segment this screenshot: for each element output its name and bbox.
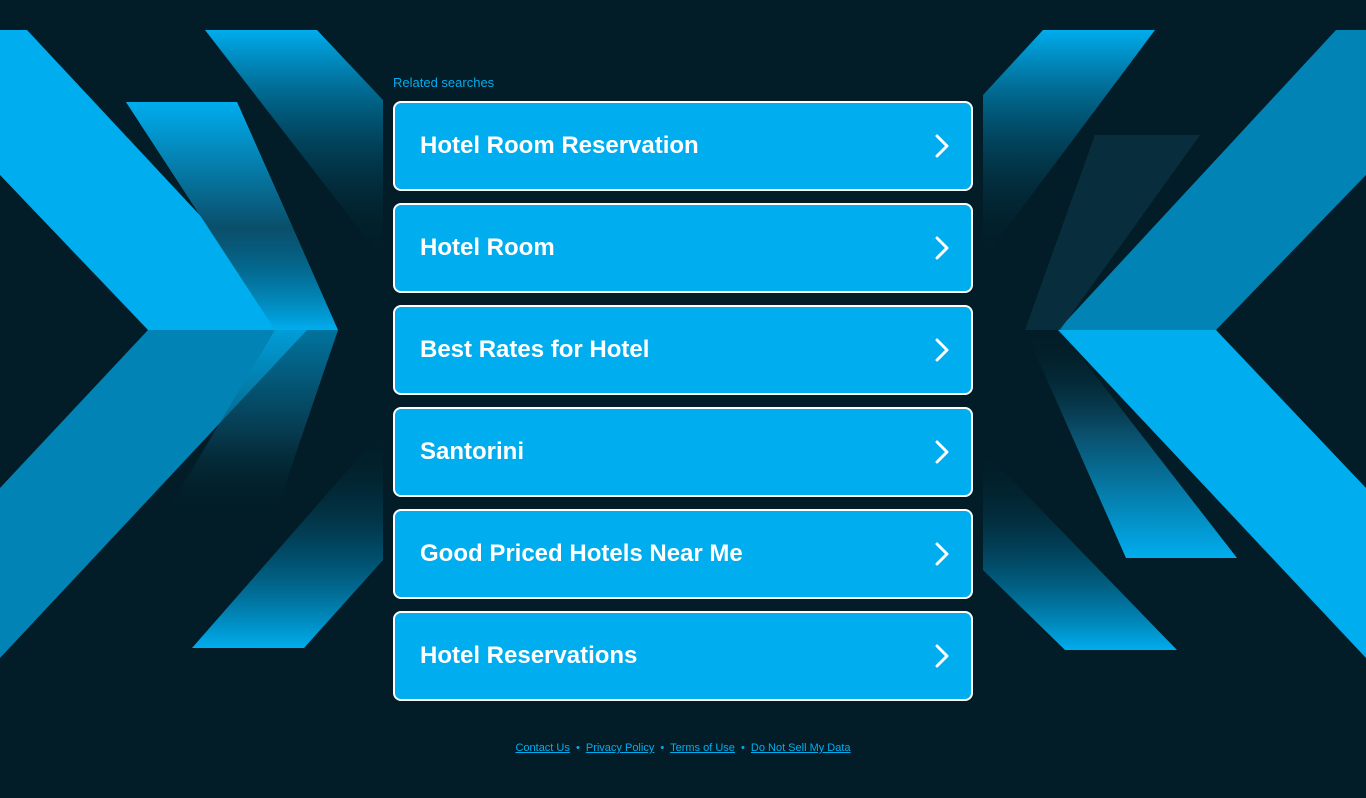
- related-searches-title: Related searches: [393, 75, 495, 90]
- related-searches-list: Hotel Room Reservation Hotel Room Best R…: [393, 101, 973, 701]
- related-search-item-good-priced-hotels-near-me[interactable]: Good Priced Hotels Near Me: [393, 509, 973, 599]
- related-search-label: Hotel Room: [420, 234, 555, 261]
- related-searches-panel: Related searches Hotel Room Reservation …: [393, 74, 973, 701]
- contact-us-link[interactable]: Contact Us: [515, 742, 569, 754]
- footer-separator: •: [660, 742, 665, 754]
- chevron-right-icon: [931, 133, 953, 159]
- footer-separator: •: [740, 742, 745, 754]
- related-search-label: Hotel Reservations: [420, 642, 638, 669]
- related-search-item-hotel-room-reservation[interactable]: Hotel Room Reservation: [393, 101, 973, 191]
- chevron-right-icon: [931, 643, 953, 669]
- related-search-item-best-rates-for-hotel[interactable]: Best Rates for Hotel: [393, 305, 973, 395]
- footer-separator: •: [575, 742, 580, 754]
- related-search-label: Hotel Room Reservation: [420, 132, 699, 159]
- privacy-policy-link[interactable]: Privacy Policy: [586, 742, 654, 754]
- do-not-sell-my-data-link[interactable]: Do Not Sell My Data: [751, 742, 851, 754]
- related-search-item-santorini[interactable]: Santorini: [393, 407, 973, 497]
- related-search-label: Best Rates for Hotel: [420, 336, 650, 363]
- chevron-right-icon: [931, 541, 953, 567]
- related-search-label: Good Priced Hotels Near Me: [420, 540, 743, 567]
- chevron-right-icon: [931, 439, 953, 465]
- related-search-label: Santorini: [420, 438, 525, 465]
- related-search-item-hotel-room[interactable]: Hotel Room: [393, 203, 973, 293]
- chevron-right-icon: [931, 337, 953, 363]
- footer-links: Contact Us • Privacy Policy • Terms of U…: [0, 742, 1366, 754]
- terms-of-use-link[interactable]: Terms of Use: [670, 742, 735, 754]
- related-search-item-hotel-reservations[interactable]: Hotel Reservations: [393, 611, 973, 701]
- chevron-right-icon: [931, 235, 953, 261]
